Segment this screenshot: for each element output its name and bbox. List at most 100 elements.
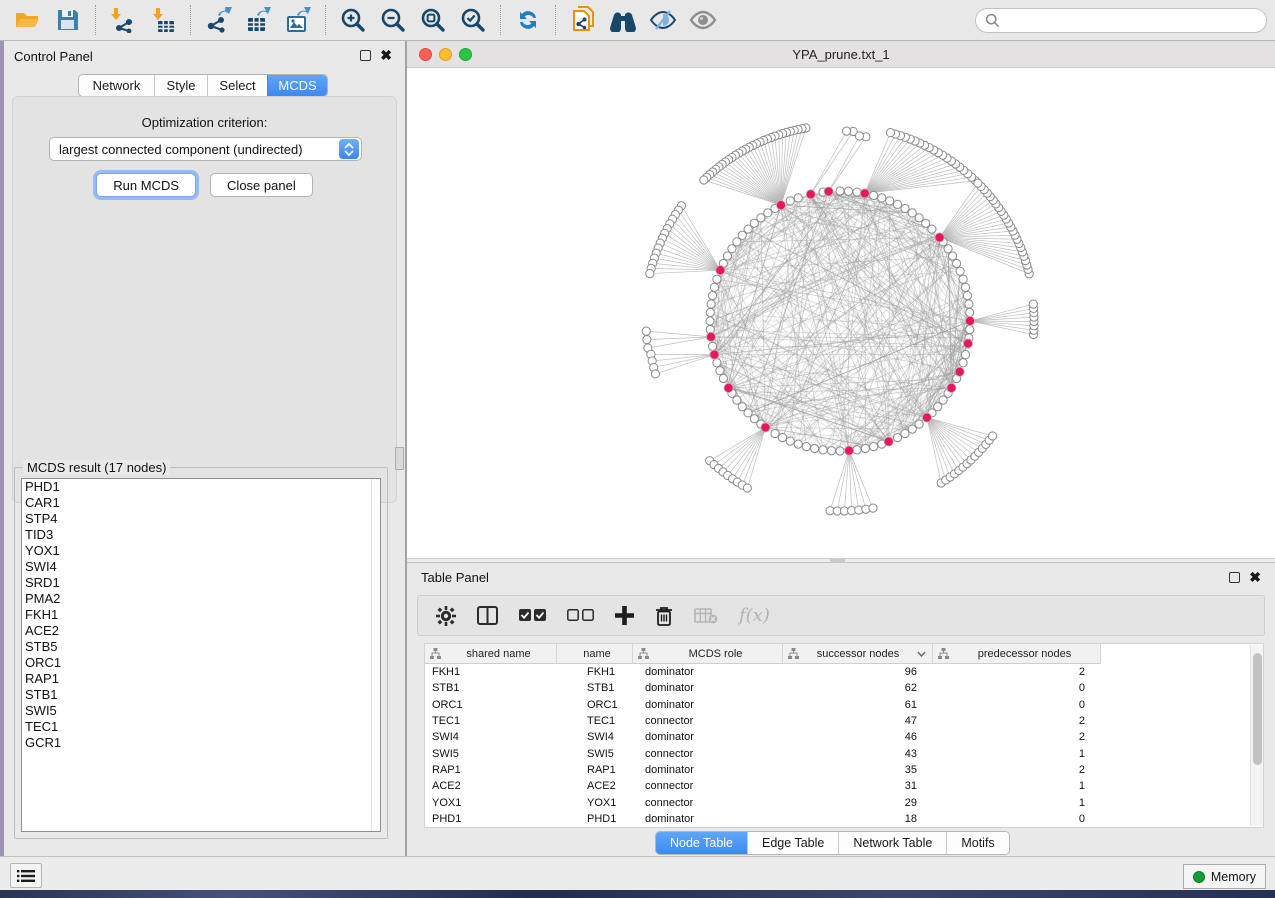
network-view-titlebar[interactable]: YPA_prune.txt_1 — [407, 41, 1275, 68]
mcds-result-list[interactable]: PHD1CAR1STP4TID3YOX1SWI4SRD1PMA2FKH1ACE2… — [21, 478, 381, 832]
ring-node[interactable] — [853, 188, 861, 196]
ring-node[interactable] — [836, 447, 844, 455]
tab-select[interactable]: Select — [207, 75, 267, 96]
mcds-hub-node[interactable] — [955, 367, 964, 376]
table-settings-button[interactable] — [436, 606, 456, 626]
close-panel-icon[interactable]: ✖ — [380, 50, 392, 61]
run-mcds-button[interactable]: Run MCDS — [96, 173, 196, 197]
ring-node[interactable] — [819, 446, 827, 454]
leaf-node[interactable] — [855, 132, 863, 140]
export-table-button[interactable] — [238, 3, 278, 37]
save-session-button[interactable] — [48, 3, 88, 37]
leaf-node[interactable] — [743, 484, 751, 492]
mcds-result-item[interactable]: TID3 — [22, 527, 380, 543]
memory-button[interactable]: Memory — [1183, 864, 1266, 889]
mcds-hub-node[interactable] — [776, 201, 785, 210]
ring-node[interactable] — [956, 267, 964, 275]
mcds-hub-node[interactable] — [935, 233, 944, 242]
zoom-out-button[interactable] — [373, 3, 413, 37]
tab-network-table[interactable]: Network Table — [838, 832, 946, 854]
leaf-node[interactable] — [988, 432, 996, 440]
show-columns-button[interactable] — [477, 606, 498, 625]
ring-node[interactable] — [836, 187, 844, 195]
ring-node[interactable] — [771, 429, 779, 437]
mcds-hub-node[interactable] — [706, 332, 715, 341]
table-row[interactable]: YOX1YOX1connector291 — [425, 794, 1263, 810]
mcds-result-item[interactable]: SWI5 — [22, 703, 380, 719]
mcds-result-item[interactable]: FKH1 — [22, 607, 380, 623]
ring-node[interactable] — [886, 197, 894, 205]
mcds-result-item[interactable]: RAP1 — [22, 671, 380, 687]
mcds-hub-node[interactable] — [860, 189, 869, 198]
leaf-node[interactable] — [700, 176, 708, 184]
deselect-all-button[interactable] — [567, 609, 594, 622]
ring-node[interactable] — [713, 359, 721, 367]
table-row[interactable]: ORC1ORC1dominator610 — [425, 697, 1263, 713]
ring-node[interactable] — [901, 429, 909, 437]
mcds-result-item[interactable]: PMA2 — [22, 591, 380, 607]
network-canvas[interactable] — [407, 68, 1275, 558]
leaf-node[interactable] — [974, 179, 982, 187]
network-search-box[interactable] — [975, 8, 1267, 33]
mcds-hub-node[interactable] — [922, 413, 931, 422]
leaf-node[interactable] — [643, 335, 651, 343]
ring-node[interactable] — [794, 194, 802, 202]
mcds-result-item[interactable]: YOX1 — [22, 543, 380, 559]
ring-node[interactable] — [786, 197, 794, 205]
mcds-result-item[interactable]: ORC1 — [22, 655, 380, 671]
table-row[interactable]: FKH1FKH1dominator962 — [425, 664, 1263, 680]
ring-node[interactable] — [708, 292, 716, 300]
list-scrollbar-track[interactable] — [371, 479, 380, 831]
table-row[interactable]: SWI5SWI5connector431 — [425, 745, 1263, 761]
ring-node[interactable] — [794, 440, 802, 448]
leaf-node[interactable] — [651, 370, 659, 378]
ring-node[interactable] — [786, 437, 794, 445]
tab-network[interactable]: Network — [79, 75, 154, 96]
ring-node[interactable] — [844, 187, 852, 195]
mcds-result-item[interactable]: SWI4 — [22, 559, 380, 575]
mcds-hub-node[interactable] — [710, 350, 719, 359]
zoom-fit-button[interactable] — [413, 3, 453, 37]
mcds-result-item[interactable]: TEC1 — [22, 719, 380, 735]
column-header-MCDS-role[interactable]: MCDS role — [633, 644, 783, 664]
ring-node[interactable] — [719, 374, 727, 382]
column-header-name[interactable]: name — [557, 644, 633, 664]
search-network-button[interactable] — [603, 3, 643, 37]
table-scrollbar[interactable] — [1250, 645, 1263, 826]
mcds-hub-node[interactable] — [884, 437, 893, 446]
ring-node[interactable] — [908, 425, 916, 433]
mcds-result-item[interactable]: STB5 — [22, 639, 380, 655]
mcds-result-item[interactable]: STP4 — [22, 511, 380, 527]
tab-node-table[interactable]: Node Table — [656, 832, 747, 854]
ring-node[interactable] — [966, 308, 974, 316]
table-scrollbar-thumb[interactable] — [1253, 653, 1262, 765]
leaf-node[interactable] — [1029, 300, 1037, 308]
column-header-shared-name[interactable]: shared name — [425, 644, 557, 664]
clone-network-button[interactable] — [563, 3, 603, 37]
mcds-result-item[interactable]: GCR1 — [22, 735, 380, 751]
tab-motifs[interactable]: Motifs — [946, 832, 1008, 854]
ring-node[interactable] — [723, 252, 731, 260]
zoom-selected-button[interactable] — [453, 3, 493, 37]
close-panel-button[interactable]: Close panel — [210, 173, 313, 197]
export-image-button[interactable] — [278, 3, 318, 37]
add-column-button[interactable] — [615, 606, 634, 625]
ring-node[interactable] — [706, 308, 714, 316]
ring-node[interactable] — [778, 433, 786, 441]
ring-node[interactable] — [944, 245, 952, 253]
open-session-button[interactable] — [8, 3, 48, 37]
refresh-button[interactable] — [508, 3, 548, 37]
ring-node[interactable] — [959, 359, 967, 367]
tab-edge-table[interactable]: Edge Table — [747, 832, 838, 854]
mcds-hub-node[interactable] — [716, 266, 725, 275]
ring-node[interactable] — [966, 325, 974, 333]
delete-column-button[interactable] — [655, 606, 673, 626]
ring-node[interactable] — [706, 317, 714, 325]
close-panel-icon[interactable]: ✖ — [1249, 572, 1261, 583]
table-row[interactable]: STB1STB1dominator620 — [425, 680, 1263, 696]
column-header-predecessor-nodes[interactable]: predecessor nodes — [933, 644, 1101, 664]
mcds-hub-node[interactable] — [806, 190, 815, 199]
float-panel-icon[interactable] — [1229, 572, 1240, 583]
ring-node[interactable] — [764, 209, 772, 217]
ring-node[interactable] — [901, 204, 909, 212]
